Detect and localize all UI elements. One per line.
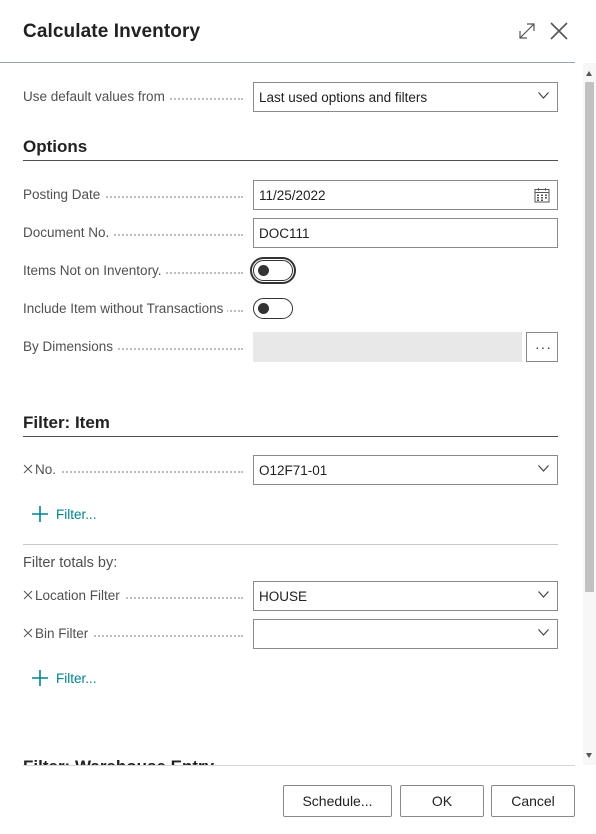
by-dimensions-assist-button[interactable]: ···	[526, 332, 558, 362]
filter-item-section-title[interactable]: Filter: Item	[23, 413, 110, 433]
scrollbar-thumb[interactable]	[585, 82, 594, 592]
include-item-without-transactions-label: Include Item without Transactions	[23, 301, 228, 316]
scroll-down-arrow-icon[interactable]	[586, 753, 592, 758]
footer-divider	[23, 765, 575, 766]
location-filter-row: Location Filter HOUSE	[23, 581, 558, 611]
add-filter-label: Filter...	[56, 507, 97, 522]
cancel-button[interactable]: Cancel	[491, 785, 575, 817]
more-icon: ···	[535, 339, 552, 355]
bin-filter-label: Bin Filter	[35, 626, 93, 641]
location-filter-select[interactable]: HOUSE	[253, 581, 558, 611]
location-filter-value: HOUSE	[259, 589, 308, 604]
bin-filter-row: Bin Filter	[23, 619, 558, 649]
warehouse-entry-section-title[interactable]: Filter: Warehouse Entry	[23, 757, 214, 765]
chevron-down-icon	[538, 92, 549, 99]
by-dimensions-field	[253, 332, 522, 362]
document-no-input[interactable]: DOC111	[253, 218, 558, 248]
items-not-on-inventory-row: Items Not on Inventory.	[23, 256, 558, 286]
schedule-button[interactable]: Schedule...	[283, 785, 392, 817]
default-values-label: Use default values from	[23, 89, 169, 104]
document-no-value: DOC111	[259, 226, 310, 241]
calendar-icon[interactable]	[534, 187, 550, 203]
section-divider	[23, 160, 558, 161]
options-section-title[interactable]: Options	[23, 137, 87, 157]
item-no-label: No.	[35, 462, 61, 477]
plus-icon	[32, 506, 48, 522]
ok-button[interactable]: OK	[400, 785, 484, 817]
item-no-value: O12F71-01	[259, 463, 328, 478]
by-dimensions-label: By Dimensions	[23, 339, 118, 354]
posting-date-label: Posting Date	[23, 187, 105, 202]
remove-filter-icon[interactable]	[23, 590, 33, 600]
totals-divider	[23, 544, 558, 545]
default-values-value: Last used options and filters	[259, 90, 428, 105]
remove-filter-icon[interactable]	[23, 628, 33, 638]
dialog-title: Calculate Inventory	[23, 21, 201, 42]
calculate-inventory-dialog: Calculate Inventory Use default values f…	[0, 0, 596, 834]
chevron-down-icon	[538, 465, 549, 472]
item-no-filter-select[interactable]: O12F71-01	[253, 455, 558, 485]
expand-icon[interactable]	[516, 20, 538, 42]
label-dots	[35, 471, 243, 473]
items-not-on-inventory-label: Items Not on Inventory.	[23, 263, 166, 278]
filter-totals-heading: Filter totals by:	[23, 555, 118, 571]
section-divider	[23, 436, 558, 437]
dialog-content: Use default values from Last used option…	[0, 63, 596, 765]
chevron-down-icon	[538, 629, 549, 636]
item-no-filter-row: No. O12F71-01	[23, 455, 558, 485]
toggle-knob	[258, 265, 269, 276]
add-filter-label: Filter...	[56, 671, 97, 686]
remove-filter-icon[interactable]	[23, 464, 33, 474]
by-dimensions-row: By Dimensions ···	[23, 332, 558, 362]
bin-filter-select[interactable]	[253, 619, 558, 649]
vertical-scrollbar[interactable]	[583, 63, 596, 765]
posting-date-value: 11/25/2022	[259, 188, 326, 203]
posting-date-input[interactable]: 11/25/2022	[253, 180, 558, 210]
default-values-row: Use default values from Last used option…	[23, 82, 558, 112]
items-not-on-inventory-toggle[interactable]	[250, 257, 296, 284]
document-no-row: Document No. DOC111	[23, 218, 558, 248]
dialog-header: Calculate Inventory	[0, 0, 596, 62]
scroll-up-arrow-icon[interactable]	[586, 71, 592, 76]
plus-icon	[32, 670, 48, 686]
toggle-knob	[258, 303, 269, 314]
location-filter-label: Location Filter	[35, 588, 124, 603]
default-values-select[interactable]: Last used options and filters	[253, 82, 558, 112]
chevron-down-icon	[538, 591, 549, 598]
close-icon[interactable]	[548, 20, 570, 42]
include-item-without-transactions-row: Include Item without Transactions	[23, 294, 558, 324]
posting-date-row: Posting Date 11/25/2022	[23, 180, 558, 210]
document-no-label: Document No.	[23, 225, 114, 240]
include-item-without-transactions-toggle[interactable]	[253, 298, 293, 319]
